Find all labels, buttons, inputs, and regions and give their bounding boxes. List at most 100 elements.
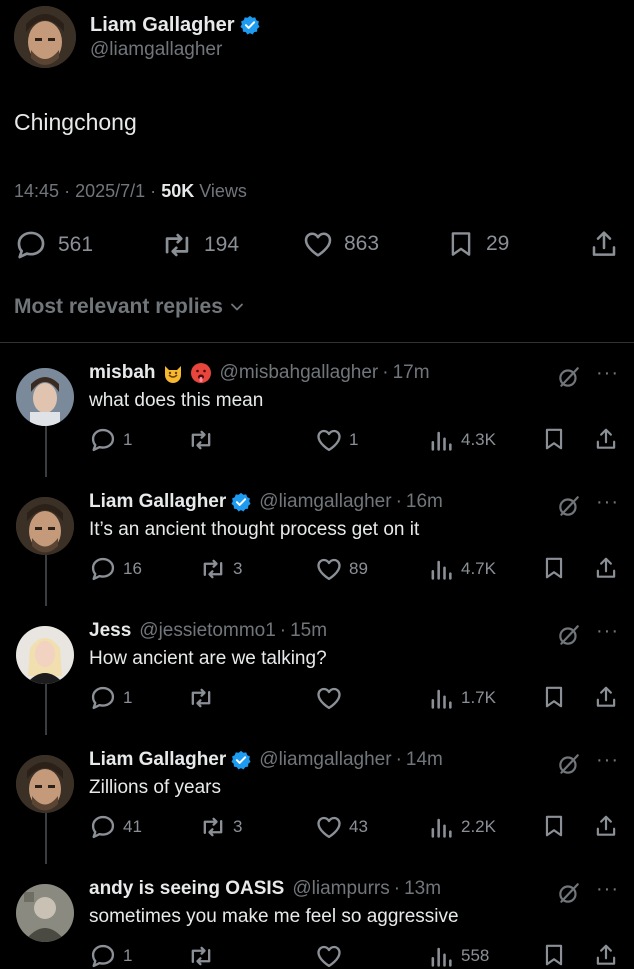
avatar[interactable] bbox=[14, 6, 76, 68]
grok-icon[interactable] bbox=[556, 622, 582, 648]
reply-time[interactable]: 17m bbox=[393, 362, 430, 384]
reply-author-handle[interactable]: @liampurrs bbox=[292, 878, 389, 900]
avatar[interactable] bbox=[16, 497, 74, 555]
reply-button[interactable]: 16 bbox=[89, 555, 142, 583]
reply-time[interactable]: 15m bbox=[290, 620, 327, 642]
reply-time[interactable]: 16m bbox=[406, 491, 443, 513]
avatar[interactable] bbox=[16, 368, 74, 426]
verified-badge-icon bbox=[231, 750, 251, 770]
reply-author-handle[interactable]: @jessietommo1 bbox=[139, 620, 276, 642]
more-options-icon[interactable]: ··· bbox=[596, 362, 619, 385]
reply-item[interactable]: Liam Gallagher @liamgallagher · 16m It’s… bbox=[0, 487, 634, 616]
like-button[interactable] bbox=[315, 942, 349, 969]
reply-author-name[interactable]: Liam Gallagher bbox=[89, 491, 226, 513]
reply-author-name[interactable]: misbah bbox=[89, 362, 156, 384]
reply-author-handle[interactable]: @misbahgallagher bbox=[220, 362, 379, 384]
author-name-label[interactable]: Liam Gallagher bbox=[90, 14, 235, 37]
retweet-button[interactable]: 3 bbox=[199, 813, 242, 841]
reply-time[interactable]: 13m bbox=[404, 878, 441, 900]
bookmark-button[interactable] bbox=[541, 426, 567, 452]
grok-icon[interactable] bbox=[556, 493, 582, 519]
share-button[interactable] bbox=[593, 684, 619, 710]
like-button[interactable] bbox=[315, 684, 349, 712]
reply-count: 561 bbox=[58, 233, 94, 256]
bookmark-button[interactable] bbox=[541, 942, 567, 968]
tweet-time[interactable]: 14:45 bbox=[14, 181, 59, 201]
reply-button[interactable]: 1 bbox=[89, 426, 132, 454]
reply-author-name[interactable]: Jess bbox=[89, 620, 131, 642]
retweet-button[interactable] bbox=[187, 942, 221, 969]
reply-time[interactable]: 14m bbox=[406, 749, 443, 771]
grok-icon[interactable] bbox=[556, 751, 582, 777]
like-button[interactable]: 863 bbox=[302, 228, 379, 260]
separator: · bbox=[382, 362, 389, 383]
reply-item[interactable]: misbah @misbahgallagher · 17m what does … bbox=[0, 358, 634, 487]
share-icon bbox=[593, 813, 619, 839]
reply-text: Zillions of years bbox=[89, 777, 221, 798]
bookmark-button[interactable] bbox=[541, 684, 567, 710]
like-button[interactable]: 89 bbox=[315, 555, 368, 583]
sort-label: Most relevant replies bbox=[14, 295, 223, 318]
reply-item[interactable]: andy is seeing OASIS @liampurrs · 13m so… bbox=[0, 874, 634, 969]
tweet-meta: 14:45 · 2025/7/1 · 50K Views bbox=[14, 181, 247, 202]
views-count: 558 bbox=[461, 946, 490, 965]
share-icon bbox=[593, 426, 619, 452]
author-handle[interactable]: @liamgallagher bbox=[90, 39, 260, 61]
bookmark-button[interactable]: 29 bbox=[446, 228, 509, 260]
reply-item[interactable]: Liam Gallagher @liamgallagher · 14m Zill… bbox=[0, 745, 634, 874]
replies-sort-dropdown[interactable]: Most relevant replies bbox=[14, 295, 245, 319]
grok-icon[interactable] bbox=[556, 364, 582, 390]
views-button[interactable]: 2.2K bbox=[427, 813, 496, 841]
like-button[interactable]: 43 bbox=[315, 813, 368, 841]
retweet-button[interactable]: 194 bbox=[160, 228, 239, 262]
views-button[interactable]: 4.7K bbox=[427, 555, 496, 583]
retweet-button[interactable]: 3 bbox=[199, 555, 242, 583]
reply-author-handle[interactable]: @liamgallagher bbox=[259, 491, 391, 513]
retweet-icon bbox=[187, 942, 215, 969]
share-button[interactable] bbox=[593, 942, 619, 968]
like-button[interactable]: 1 bbox=[315, 426, 358, 454]
reply-button[interactable]: 1 bbox=[89, 684, 132, 712]
share-button[interactable] bbox=[588, 228, 620, 260]
reply-count: 1 bbox=[123, 688, 133, 707]
more-options-icon[interactable]: ··· bbox=[596, 491, 619, 514]
reply-button[interactable]: 41 bbox=[89, 813, 142, 841]
tweet-action-bar: 561 194 863 29 bbox=[14, 228, 620, 262]
retweet-button[interactable] bbox=[187, 426, 221, 454]
views-button[interactable]: 558 bbox=[427, 942, 489, 969]
reply-header: Jess @jessietommo1 · 15m bbox=[89, 620, 327, 642]
bookmark-button[interactable] bbox=[541, 555, 567, 581]
views-button[interactable]: 4.3K bbox=[427, 426, 496, 454]
share-button[interactable] bbox=[593, 426, 619, 452]
tweet-date[interactable]: 2025/7/1 bbox=[75, 181, 145, 201]
retweet-icon bbox=[165, 233, 189, 257]
reply-button[interactable]: 1 bbox=[89, 942, 132, 969]
views-count: 2.2K bbox=[461, 817, 496, 836]
more-options-icon[interactable]: ··· bbox=[596, 749, 619, 772]
avatar[interactable] bbox=[16, 755, 74, 813]
avatar[interactable] bbox=[16, 626, 74, 684]
author-name[interactable]: Liam Gallagher bbox=[90, 14, 260, 37]
divider bbox=[0, 342, 634, 343]
reply-item[interactable]: Jess @jessietommo1 · 15m How ancient are… bbox=[0, 616, 634, 745]
share-button[interactable] bbox=[593, 555, 619, 581]
grok-icon[interactable] bbox=[556, 880, 582, 906]
bookmark-icon bbox=[541, 426, 567, 452]
reply-author-name[interactable]: andy is seeing OASIS bbox=[89, 878, 284, 900]
views-icon bbox=[427, 942, 455, 969]
reply-author-name[interactable]: Liam Gallagher bbox=[89, 749, 226, 771]
bookmark-button[interactable] bbox=[541, 813, 567, 839]
reply-icon bbox=[89, 555, 117, 583]
reply-author-handle[interactable]: @liamgallagher bbox=[259, 749, 391, 771]
avatar[interactable] bbox=[16, 884, 74, 942]
reply-action-bar: 41 3 43 2.2K bbox=[89, 813, 623, 839]
separator: · bbox=[393, 878, 401, 899]
like-count: 863 bbox=[344, 232, 380, 255]
retweet-count: 3 bbox=[233, 817, 243, 836]
retweet-button[interactable] bbox=[187, 684, 221, 712]
views-button[interactable]: 1.7K bbox=[427, 684, 496, 712]
more-options-icon[interactable]: ··· bbox=[596, 620, 619, 643]
reply-button[interactable]: 561 bbox=[14, 228, 93, 262]
share-button[interactable] bbox=[593, 813, 619, 839]
more-options-icon[interactable]: ··· bbox=[596, 878, 619, 901]
